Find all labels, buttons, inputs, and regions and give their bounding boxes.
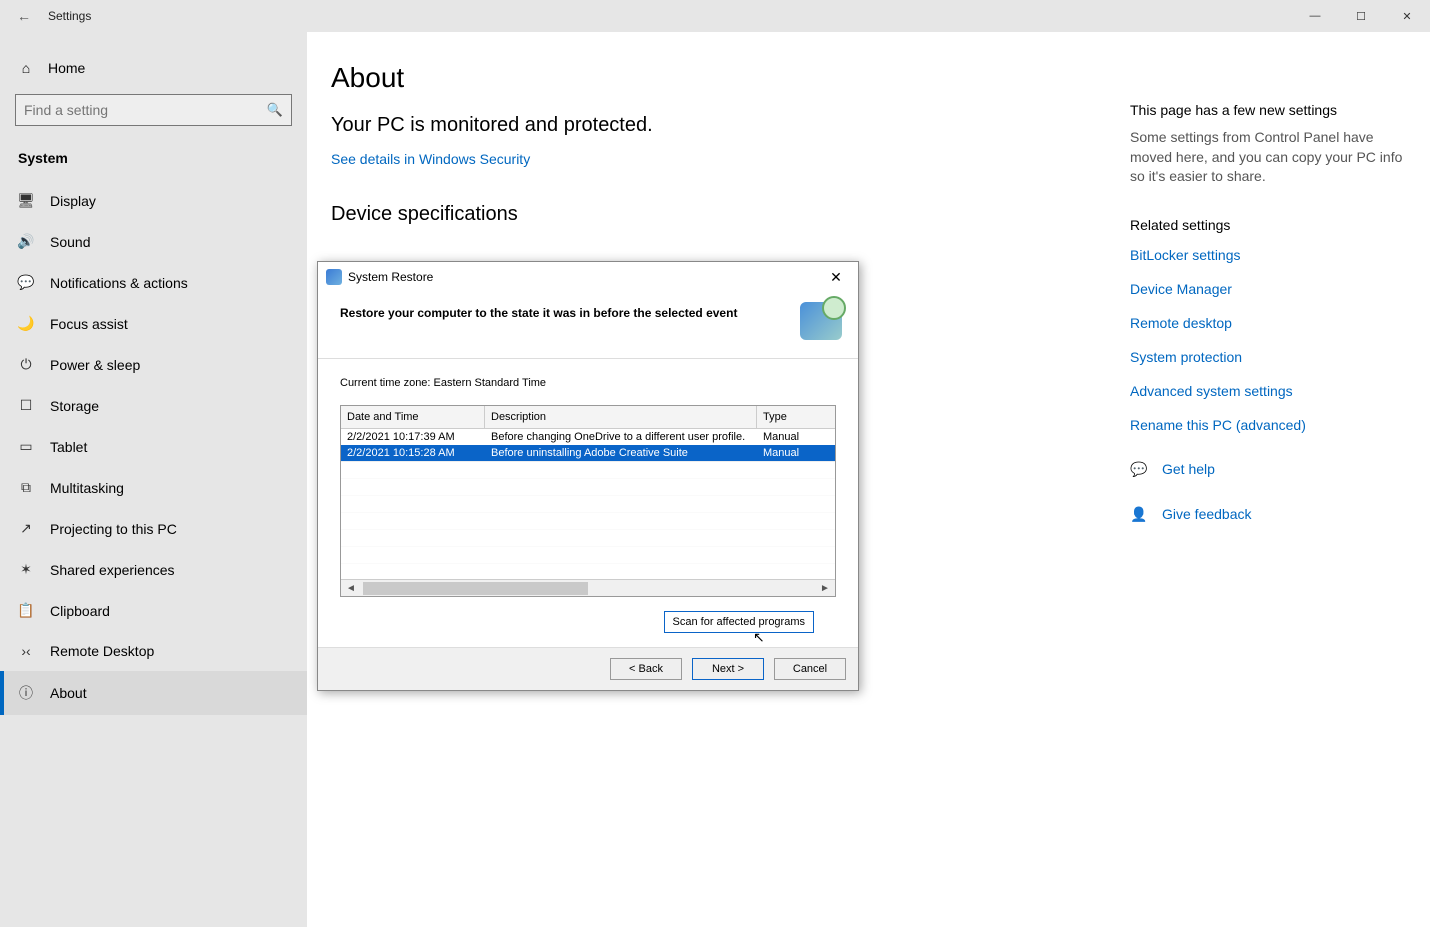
table-row[interactable]: 2/2/2021 10:17:39 AM Before changing One… (341, 429, 835, 445)
system-restore-dialog: System Restore ✕ Restore your computer t… (317, 261, 859, 691)
restore-points-table[interactable]: Date and Time Description Type 2/2/2021 … (340, 405, 836, 597)
maximize-button[interactable]: ☐ (1338, 0, 1384, 32)
sidebar-item-about[interactable]: ⓘAbout (0, 671, 307, 715)
clipboard-icon: 📋 (18, 602, 34, 619)
titlebar: ← Settings — ☐ ✕ (0, 0, 1430, 32)
table-header-row: Date and Time Description Type (341, 406, 835, 429)
sidebar: ⌂ Home 🔍 System 🖥Display 🔊Sound 💬Notific… (0, 32, 307, 927)
next-button[interactable]: Next > (692, 658, 764, 680)
projecting-icon: ↗ (18, 520, 34, 537)
power-icon: ⏻ (18, 356, 34, 373)
category-header: System (0, 144, 307, 180)
system-restore-icon (326, 269, 342, 285)
link-remote-desktop[interactable]: Remote desktop (1130, 315, 1410, 331)
multitasking-icon: ⧉ (18, 479, 34, 496)
page-title: About (331, 62, 1091, 94)
tablet-icon: ▭ (18, 438, 34, 455)
about-icon: ⓘ (18, 683, 34, 703)
dialog-title: System Restore (348, 270, 433, 284)
search-icon: 🔍 (267, 102, 283, 118)
dialog-titlebar: System Restore ✕ (318, 262, 858, 292)
protect-line: Your PC is monitored and protected. (331, 114, 1091, 137)
link-bitlocker[interactable]: BitLocker settings (1130, 247, 1410, 263)
sidebar-item-shared-experiences[interactable]: ✶Shared experiences (0, 549, 307, 590)
windows-security-link[interactable]: See details in Windows Security (331, 151, 530, 167)
sidebar-item-clipboard[interactable]: 📋Clipboard (0, 590, 307, 631)
timezone-label: Current time zone: Eastern Standard Time (340, 377, 836, 389)
scan-affected-programs-button[interactable]: Scan for affected programs (664, 611, 814, 633)
right-pane: This page has a few new settings Some se… (1130, 62, 1430, 927)
sidebar-item-display[interactable]: 🖥Display (0, 180, 307, 221)
give-feedback-row[interactable]: 👤 Give feedback (1130, 506, 1410, 523)
sidebar-item-tablet[interactable]: ▭Tablet (0, 426, 307, 467)
col-type[interactable]: Type (757, 406, 835, 428)
cancel-button[interactable]: Cancel (774, 658, 846, 680)
table-h-scrollbar[interactable]: ◄ ► (341, 579, 835, 596)
shared-icon: ✶ (18, 561, 34, 578)
display-icon: 🖥 (18, 192, 34, 209)
help-icon: 💬 (1130, 461, 1148, 478)
search-input[interactable] (24, 102, 267, 118)
table-empty-area (341, 461, 835, 579)
window-title: Settings (48, 9, 91, 23)
get-help-row[interactable]: 💬 Get help (1130, 461, 1410, 478)
notifications-icon: 💬 (18, 274, 34, 291)
col-description[interactable]: Description (485, 406, 757, 428)
link-rename-pc[interactable]: Rename this PC (advanced) (1130, 417, 1410, 433)
sidebar-item-power-sleep[interactable]: ⏻Power & sleep (0, 344, 307, 385)
back-button[interactable]: ← (0, 8, 48, 24)
dialog-footer: < Back Next > Cancel (318, 647, 858, 690)
nav-list: 🖥Display 🔊Sound 💬Notifications & actions… (0, 180, 307, 715)
search-input-wrapper[interactable]: 🔍 (15, 94, 292, 126)
device-spec-header: Device specifications (331, 203, 1091, 226)
sidebar-item-multitasking[interactable]: ⧉Multitasking (0, 467, 307, 508)
new-settings-body: Some settings from Control Panel have mo… (1130, 128, 1410, 187)
home-icon: ⌂ (18, 60, 34, 76)
table-row[interactable]: 2/2/2021 10:15:28 AM Before uninstalling… (341, 445, 835, 461)
sidebar-item-remote-desktop[interactable]: ›‹Remote Desktop (0, 631, 307, 671)
sidebar-item-focus-assist[interactable]: 🌙Focus assist (0, 303, 307, 344)
dialog-close-button[interactable]: ✕ (816, 269, 856, 286)
minimize-button[interactable]: — (1292, 0, 1338, 32)
new-settings-head: This page has a few new settings (1130, 102, 1410, 118)
dialog-heading: Restore your computer to the state it wa… (340, 302, 800, 320)
sidebar-item-notifications[interactable]: 💬Notifications & actions (0, 262, 307, 303)
link-advanced-system-settings[interactable]: Advanced system settings (1130, 383, 1410, 399)
sound-icon: 🔊 (18, 233, 34, 250)
home-label: Home (48, 60, 85, 76)
remote-desktop-icon: ›‹ (18, 643, 34, 659)
close-button[interactable]: ✕ (1384, 0, 1430, 32)
related-settings-header: Related settings (1130, 217, 1410, 233)
scroll-left-icon[interactable]: ◄ (343, 583, 359, 594)
scroll-right-icon[interactable]: ► (817, 583, 833, 594)
link-device-manager[interactable]: Device Manager (1130, 281, 1410, 297)
col-date-time[interactable]: Date and Time (341, 406, 485, 428)
focus-assist-icon: 🌙 (18, 315, 34, 332)
scroll-thumb[interactable] (363, 582, 588, 595)
home-nav[interactable]: ⌂ Home (0, 52, 307, 94)
sidebar-item-projecting[interactable]: ↗Projecting to this PC (0, 508, 307, 549)
storage-icon: ☐ (18, 397, 34, 414)
back-button-dialog[interactable]: < Back (610, 658, 682, 680)
restore-hero-icon (800, 302, 842, 340)
sidebar-item-storage[interactable]: ☐Storage (0, 385, 307, 426)
feedback-icon: 👤 (1130, 506, 1148, 523)
sidebar-item-sound[interactable]: 🔊Sound (0, 221, 307, 262)
link-system-protection[interactable]: System protection (1130, 349, 1410, 365)
